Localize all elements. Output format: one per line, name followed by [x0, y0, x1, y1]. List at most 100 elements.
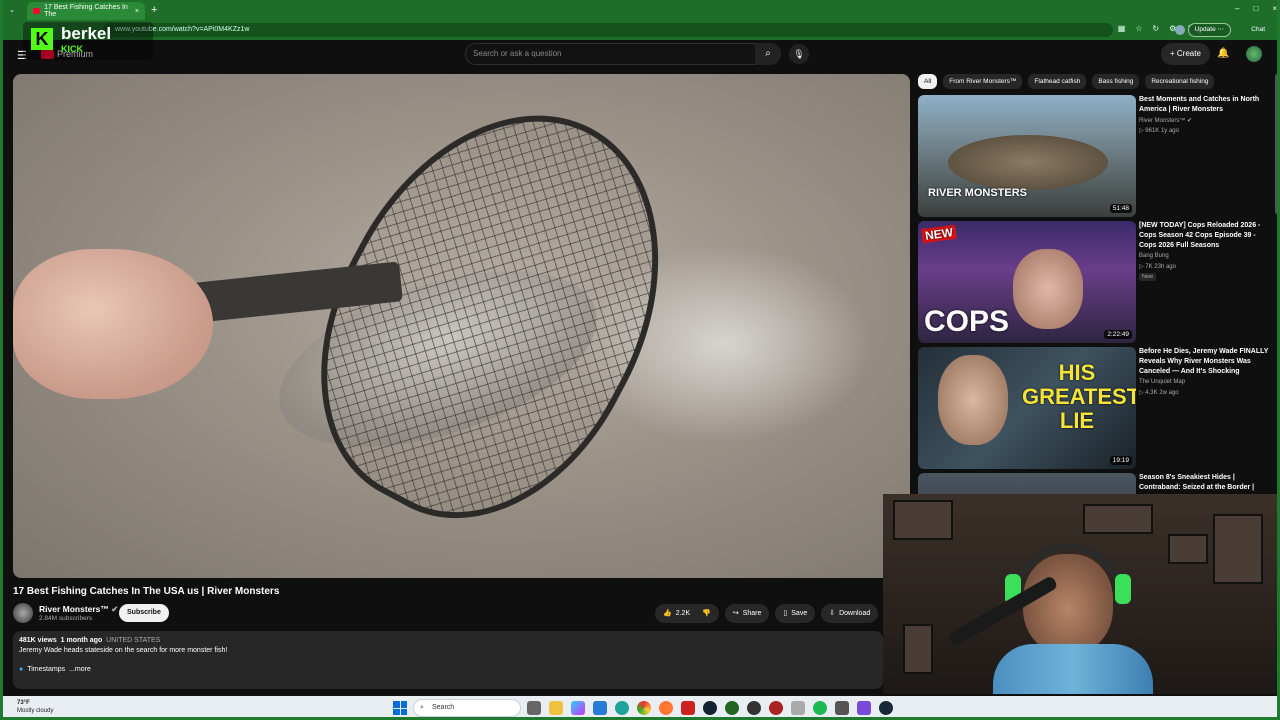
duration-badge: 51:48 [1109, 204, 1132, 213]
window-controls: – □ × [1235, 4, 1277, 13]
channel-avatar[interactable] [13, 603, 33, 623]
chip-all[interactable]: All [918, 74, 938, 89]
streamer-shirt [993, 644, 1153, 694]
user-avatar[interactable] [1246, 46, 1262, 62]
maximize-button[interactable]: □ [1253, 4, 1258, 13]
timestamps-icon: ● [19, 666, 24, 673]
tab-search-icon[interactable]: ⌄ [9, 6, 15, 14]
recommendation-meta-text: 4.3K 2w ago [1145, 390, 1179, 396]
notifications-bell-icon[interactable]: 🔔 [1217, 48, 1229, 59]
search-icon[interactable]: ⌕ [755, 43, 781, 65]
person-thumbnail-shape [1013, 249, 1083, 329]
video-player[interactable] [13, 74, 910, 578]
thumbs-up-icon: 👍 [663, 610, 672, 617]
microphone-icon[interactable]: 🎙 [789, 44, 809, 64]
chip-from-channel[interactable]: From River Monsters™ [943, 74, 1023, 89]
hand-image [13, 249, 213, 399]
share-button[interactable]: ↪ Share [724, 604, 770, 623]
spotify-icon[interactable] [813, 701, 827, 715]
chat-button[interactable]: Chat [1251, 23, 1265, 37]
browser-tab[interactable]: 17 Best Fishing Catches In The × [27, 2, 145, 20]
like-button[interactable]: 👍 2.2K 👎 [655, 604, 719, 623]
app-icon[interactable] [747, 701, 761, 715]
chip-flathead-catfish[interactable]: Flathead catfish [1028, 74, 1087, 89]
recommendation-meta-text: 961K 1y ago [1145, 128, 1179, 134]
app-icon[interactable] [769, 701, 783, 715]
tab-title: 17 Best Fishing Catches In The [44, 4, 128, 18]
app-icon[interactable] [835, 701, 849, 715]
screen: ⌄ 17 Best Fishing Catches In The × + – □… [0, 0, 1280, 720]
channel-name[interactable]: River Monsters™ ✔ [39, 604, 118, 615]
taskbar-search[interactable]: ⌕ Search [413, 699, 521, 717]
close-window-button[interactable]: × [1272, 4, 1277, 13]
extension-icon[interactable]: ▦ [1118, 24, 1126, 33]
more-link[interactable]: ...more [69, 666, 91, 673]
video-thumbnail[interactable] [918, 473, 1136, 495]
copilot-icon[interactable] [571, 701, 585, 715]
recommendation-item[interactable]: HIS GREATEST LIE 19:19 Before He Dies, J… [918, 347, 1273, 469]
download-button[interactable]: ⇩ Download [821, 604, 879, 623]
save-button[interactable]: ▯ Save [775, 604, 816, 623]
sidebar-scrollbar[interactable] [1275, 74, 1277, 214]
windows-start-icon[interactable] [393, 701, 407, 715]
firefox-icon[interactable] [659, 701, 673, 715]
download-icon: ⇩ [829, 610, 836, 617]
app-icon[interactable] [703, 701, 717, 715]
update-button[interactable]: Update ⋯ [1187, 23, 1231, 37]
file-explorer-icon[interactable] [549, 701, 563, 715]
person-thumbnail-shape [938, 355, 1008, 445]
video-thumbnail[interactable]: HIS GREATEST LIE 19:19 [918, 347, 1136, 469]
share-icon: ↪ [732, 610, 739, 617]
minimize-button[interactable]: – [1235, 4, 1239, 13]
recommendation-item[interactable]: Season 8's Sneakiest Hides | Contraband:… [918, 473, 1273, 495]
profile-avatar[interactable] [1175, 25, 1185, 35]
edge-icon[interactable] [615, 701, 629, 715]
new-tab-button[interactable]: + [151, 4, 157, 16]
chip-recreational-fishing[interactable]: Recreational fishing [1145, 74, 1215, 89]
recommendation-title[interactable]: Before He Dies, Jeremy Wade FINALLY Reve… [1139, 347, 1269, 377]
app-icon[interactable] [791, 701, 805, 715]
recommendation-title[interactable]: Best Moments and Catches in North Americ… [1139, 95, 1269, 115]
recommendation-title[interactable]: [NEW TODAY] Cops Reloaded 2026 - Cops Se… [1139, 221, 1269, 251]
view-meta: 481K views 1 month ago UNITED STATES [19, 637, 877, 644]
verified-icon: ✔ [111, 604, 119, 614]
steam-icon[interactable] [879, 701, 893, 715]
thumbnail-text: COPS [924, 305, 1010, 338]
location-tag[interactable]: UNITED STATES [106, 637, 160, 644]
chip-bass-fishing[interactable]: Bass fishing [1092, 74, 1140, 89]
subscribe-button[interactable]: Subscribe [119, 604, 169, 622]
recommendation-channel[interactable]: The Unquiet Map [1139, 379, 1185, 385]
recommendation-channel[interactable]: Bang Bung [1139, 253, 1169, 259]
address-bar-row: www.youtube.com/watch?v=APi0M4KZz1w ▦ ☆ … [3, 20, 1277, 40]
taskbar-apps [527, 701, 893, 715]
app-icon[interactable] [681, 701, 695, 715]
tab-close-icon[interactable]: × [135, 8, 139, 15]
streamer-name: berkel [61, 24, 112, 43]
app-icon[interactable] [725, 701, 739, 715]
chrome-icon[interactable] [637, 701, 651, 715]
video-thumbnail[interactable]: RIVER MONSTERS 51:48 [918, 95, 1136, 217]
timestamps-label[interactable]: Timestamps [27, 666, 65, 673]
filter-chips: All From River Monsters™ Flathead catfis… [918, 74, 1215, 89]
url-field[interactable]: www.youtube.com/watch?v=APi0M4KZz1w [103, 23, 1113, 37]
recommendation-item[interactable]: RIVER MONSTERS 51:48 Best Moments and Ca… [918, 95, 1273, 217]
recommendation-item[interactable]: NEW COPS 2:22:49 [NEW TODAY] Cops Reload… [918, 221, 1273, 343]
search-icon: ⌕ [420, 704, 424, 711]
recommendation-meta: ▷ 4.3K 2w ago [1139, 390, 1179, 396]
recommendation-channel[interactable]: River Monsters™ ✔ [1139, 117, 1192, 124]
video-thumbnail[interactable]: NEW COPS 2:22:49 [918, 221, 1136, 343]
recommendation-title[interactable]: Season 8's Sneakiest Hides | Contraband:… [1139, 473, 1269, 493]
wall-frame [893, 500, 953, 540]
dislike-icon[interactable]: 👎 [702, 604, 711, 623]
refresh-icon[interactable]: ↻ [1152, 24, 1159, 33]
app-icon[interactable] [857, 701, 871, 715]
store-icon[interactable] [593, 701, 607, 715]
create-button[interactable]: + Create [1161, 43, 1210, 65]
task-view-icon[interactable] [527, 701, 541, 715]
video-title: 17 Best Fishing Catches In The USA us | … [13, 586, 280, 597]
weather-widget[interactable]: 73°F Mostly cloudy [17, 699, 53, 715]
description-box[interactable]: 481K views 1 month ago UNITED STATES Jer… [13, 631, 883, 689]
channel-name-text: River Monsters™ [39, 604, 109, 614]
bookmark-star-icon[interactable]: ☆ [1135, 24, 1142, 33]
search-input[interactable]: Search or ask a question [465, 43, 781, 65]
